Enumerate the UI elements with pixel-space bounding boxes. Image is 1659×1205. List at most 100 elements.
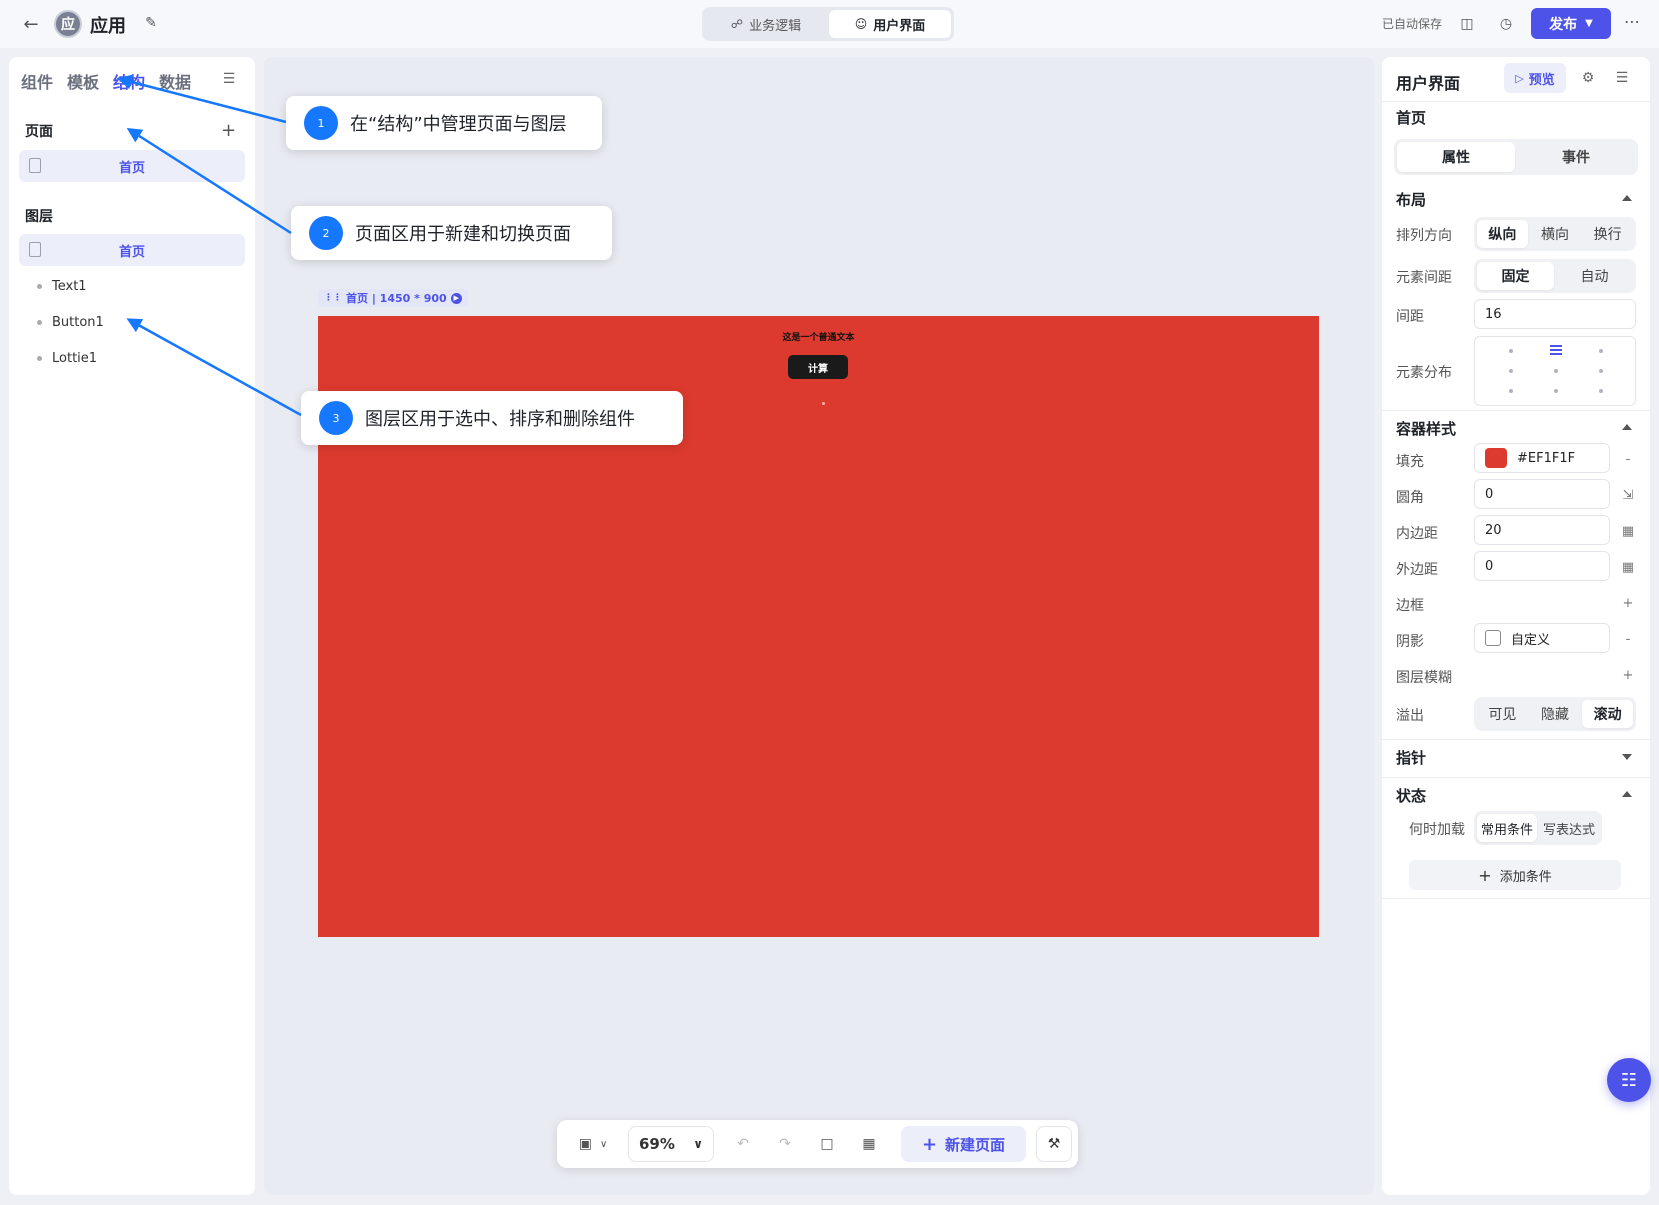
align-dot[interactable] — [1599, 349, 1603, 353]
publish-label: 发布 — [1549, 16, 1578, 33]
tab-structure[interactable]: 结构 — [113, 69, 145, 93]
fill-color-swatch[interactable] — [1485, 448, 1507, 468]
direction-vertical[interactable]: 纵向 — [1477, 220, 1528, 248]
align-dot[interactable] — [1554, 369, 1558, 373]
annotation-callout: 1 在“结构”中管理页面与图层 — [286, 96, 602, 150]
play-circle-icon: ▷ — [1515, 71, 1524, 85]
margin-label: 外边距 — [1396, 562, 1438, 578]
load-expression[interactable]: 写表达式 — [1539, 814, 1599, 842]
tab-data[interactable]: 数据 — [159, 69, 191, 93]
expand-down-icon[interactable] — [1622, 754, 1632, 760]
layer-label: Button1 — [52, 315, 104, 330]
collapse-panel-icon[interactable]: ☰ — [1612, 68, 1632, 88]
distribution-grid[interactable] — [1474, 336, 1636, 406]
align-dot[interactable] — [1509, 369, 1513, 373]
gap-label: 间距 — [1396, 309, 1424, 325]
margin-input[interactable]: 0 — [1474, 551, 1610, 581]
save-icon[interactable]: ◫ — [1456, 13, 1478, 35]
direction-wrap[interactable]: 换行 — [1582, 220, 1633, 248]
layer-item-home[interactable]: 首页 — [19, 234, 245, 266]
grid-icon[interactable]: ▦ — [857, 1130, 881, 1158]
back-arrow-icon[interactable]: ← — [20, 13, 42, 35]
overflow-scroll[interactable]: 滚动 — [1582, 700, 1634, 728]
align-dot[interactable] — [1599, 389, 1603, 393]
gear-icon[interactable]: ⚙ — [1578, 68, 1598, 88]
layout-title: 布局 — [1396, 191, 1427, 209]
assistant-robot-icon[interactable]: ☷ — [1607, 1058, 1651, 1102]
align-selected-icon[interactable] — [1550, 345, 1562, 355]
layer-item-text1[interactable]: Text1 — [37, 279, 87, 294]
preview-button[interactable]: ▷ 预览 — [1504, 63, 1566, 93]
annotation-number: 3 — [319, 401, 353, 435]
tab-components[interactable]: 组件 — [21, 69, 53, 93]
plus-icon: + — [921, 1133, 938, 1155]
add-page-icon[interactable]: + — [221, 120, 236, 141]
remove-fill-icon[interactable]: - — [1620, 451, 1636, 467]
overflow-visible[interactable]: 可见 — [1477, 700, 1528, 728]
redo-icon[interactable]: ↷ — [773, 1130, 797, 1158]
spacing-fixed[interactable]: 固定 — [1477, 262, 1554, 290]
device-selector[interactable]: ▣ ∨ — [571, 1130, 615, 1158]
spacing-auto[interactable]: 自动 — [1556, 262, 1633, 290]
align-dot[interactable] — [1554, 389, 1558, 393]
canvas-lottie1[interactable] — [822, 402, 825, 405]
annotation-number: 1 — [304, 106, 338, 140]
fill-value: #EF1F1F — [1517, 450, 1576, 466]
play-icon[interactable]: ▶ — [450, 292, 462, 304]
gap-input[interactable]: 16 — [1474, 299, 1636, 329]
align-dot[interactable] — [1599, 369, 1603, 373]
tab-business-logic[interactable]: ☍ 业务逻辑 — [705, 10, 827, 38]
collapse-up-icon[interactable] — [1622, 195, 1632, 201]
history-icon[interactable]: ◷ — [1495, 13, 1517, 35]
left-panel-tabs: 组件 模板 结构 数据 — [21, 69, 191, 93]
layer-label: Lottie1 — [52, 351, 98, 366]
edit-icon[interactable]: ✎ — [142, 14, 160, 32]
corner-expand-icon[interactable]: ⇲ — [1620, 487, 1636, 503]
fill-input[interactable]: #EF1F1F — [1474, 443, 1610, 473]
more-icon[interactable]: ⋯ — [1624, 12, 1640, 31]
align-dot[interactable] — [1509, 349, 1513, 353]
wrench-icon[interactable]: ⚒ — [1036, 1126, 1072, 1162]
layer-item-button1[interactable]: Button1 — [37, 315, 104, 330]
canvas-button1[interactable]: 计算 — [788, 355, 848, 379]
share-icon: ☍ — [730, 17, 744, 31]
align-dot[interactable] — [1509, 389, 1513, 393]
shadow-checkbox[interactable] — [1485, 630, 1501, 646]
shadow-label: 阴影 — [1396, 634, 1424, 650]
chevron-down-icon: ∨ — [693, 1137, 703, 1151]
margin-expand-icon[interactable]: ▦ — [1620, 559, 1636, 575]
collapse-up-icon[interactable] — [1622, 791, 1632, 797]
canvas-text1[interactable]: 这是一个普通文本 — [318, 330, 1319, 343]
publish-button[interactable]: 发布 ▼ — [1531, 8, 1611, 39]
collapse-up-icon[interactable] — [1622, 424, 1632, 430]
page-item-home[interactable]: 首页 — [19, 150, 245, 182]
add-condition-button[interactable]: + 添加条件 — [1409, 860, 1621, 890]
padding-input[interactable]: 20 — [1474, 515, 1610, 545]
tab-events[interactable]: 事件 — [1517, 142, 1635, 172]
radius-input[interactable]: 0 — [1474, 479, 1610, 509]
layer-item-lottie1[interactable]: Lottie1 — [37, 351, 97, 366]
tab-user-interface[interactable]: ☺ 用户界面 — [829, 10, 951, 38]
divider — [1382, 739, 1650, 740]
page-item-label: 首页 — [118, 160, 145, 176]
annotation-callout: 3 图层区用于选中、排序和删除组件 — [301, 391, 683, 445]
overflow-hidden[interactable]: 隐藏 — [1530, 700, 1581, 728]
load-common[interactable]: 常用条件 — [1477, 814, 1537, 842]
frame-label[interactable]: ⋮⋮ 首页 | 1450 * 900 ▶ — [318, 289, 468, 307]
autosave-status: 已自动保存 — [1382, 17, 1443, 31]
remove-shadow-icon[interactable]: - — [1620, 631, 1636, 647]
tab-properties[interactable]: 属性 — [1397, 142, 1515, 172]
frame-icon[interactable]: □ — [815, 1130, 839, 1158]
new-page-button[interactable]: + 新建页面 — [901, 1126, 1026, 1162]
undo-icon[interactable]: ↶ — [731, 1130, 755, 1158]
divider — [1382, 898, 1650, 899]
add-blur-icon[interactable]: + — [1620, 667, 1636, 683]
direction-horizontal[interactable]: 横向 — [1530, 220, 1581, 248]
collapse-panel-icon[interactable]: ☰ — [219, 69, 239, 89]
shadow-input[interactable]: 自定义 — [1474, 623, 1610, 653]
blur-label: 图层模糊 — [1396, 670, 1452, 686]
tab-templates[interactable]: 模板 — [67, 69, 99, 93]
padding-expand-icon[interactable]: ▦ — [1620, 523, 1636, 539]
add-border-icon[interactable]: + — [1620, 595, 1636, 611]
zoom-select[interactable]: 69% ∨ — [628, 1126, 714, 1162]
